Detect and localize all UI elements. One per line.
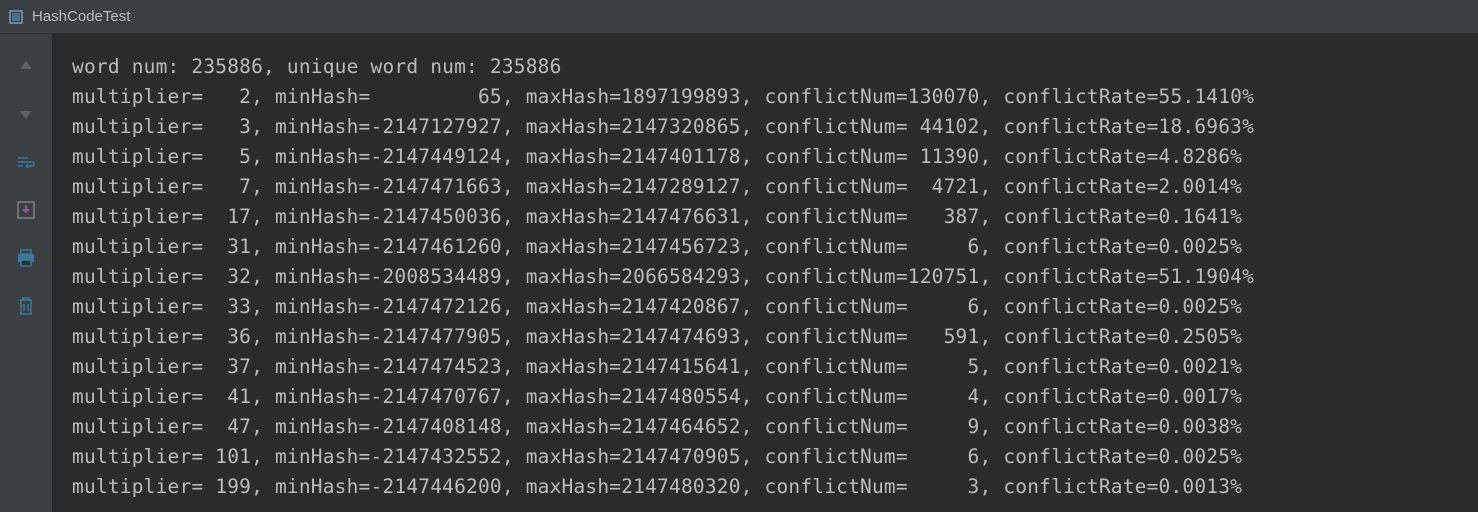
console-line: multiplier= 3, minHash=-2147127927, maxH… xyxy=(72,112,1468,142)
main-area: word num: 235886, unique word num: 23588… xyxy=(0,34,1478,512)
console-line: multiplier= 5, minHash=-2147449124, maxH… xyxy=(72,142,1468,172)
scroll-to-end-button[interactable] xyxy=(12,196,40,224)
title-text: HashCodeTest xyxy=(32,8,130,25)
title-bar: HashCodeTest xyxy=(0,0,1478,34)
console-line: multiplier= 2, minHash= 65, maxHash=1897… xyxy=(72,82,1468,112)
console-line: word num: 235886, unique word num: 23588… xyxy=(72,52,1468,82)
scroll-up-button[interactable] xyxy=(12,52,40,80)
console-line: multiplier= 32, minHash=-2008534489, max… xyxy=(72,262,1468,292)
console-line: multiplier= 33, minHash=-2147472126, max… xyxy=(72,292,1468,322)
console-toolbar xyxy=(0,34,52,512)
console-line: multiplier= 31, minHash=-2147461260, max… xyxy=(72,232,1468,262)
console-line: multiplier= 7, minHash=-2147471663, maxH… xyxy=(72,172,1468,202)
run-config-icon xyxy=(8,9,24,25)
soft-wrap-button[interactable] xyxy=(12,148,40,176)
clear-all-button[interactable] xyxy=(12,292,40,320)
console-line: multiplier= 199, minHash=-2147446200, ma… xyxy=(72,472,1468,502)
scroll-down-button[interactable] xyxy=(12,100,40,128)
console-line: multiplier= 47, minHash=-2147408148, max… xyxy=(72,412,1468,442)
console-line: multiplier= 41, minHash=-2147470767, max… xyxy=(72,382,1468,412)
print-button[interactable] xyxy=(12,244,40,272)
console-line: multiplier= 36, minHash=-2147477905, max… xyxy=(72,322,1468,352)
console-line: multiplier= 17, minHash=-2147450036, max… xyxy=(72,202,1468,232)
console-output[interactable]: word num: 235886, unique word num: 23588… xyxy=(52,34,1478,512)
console-line: multiplier= 101, minHash=-2147432552, ma… xyxy=(72,442,1468,472)
console-line: multiplier= 37, minHash=-2147474523, max… xyxy=(72,352,1468,382)
